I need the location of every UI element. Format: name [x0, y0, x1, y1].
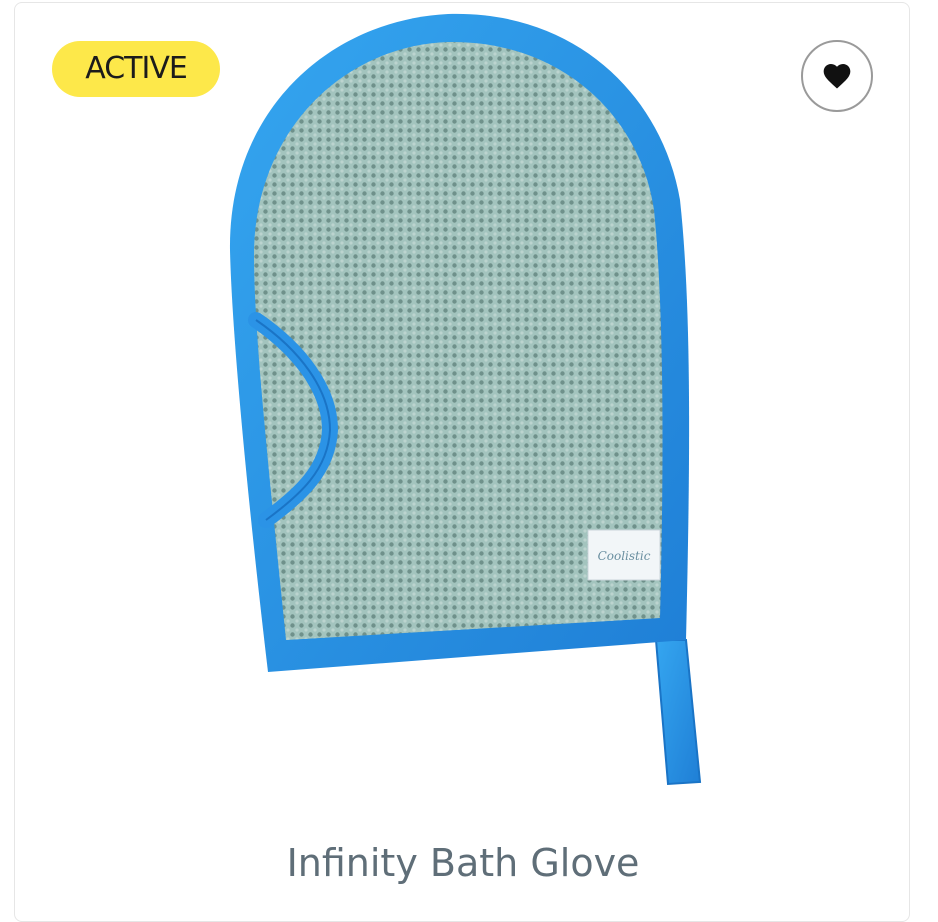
status-badge: ACTIVE [52, 41, 220, 97]
product-image[interactable]: Coolistic [205, 0, 725, 800]
product-title[interactable]: Infinity Bath Glove [0, 836, 926, 890]
heart-icon [823, 64, 851, 89]
favorite-button[interactable] [801, 40, 873, 112]
label-tag-text: Coolistic [598, 549, 651, 563]
